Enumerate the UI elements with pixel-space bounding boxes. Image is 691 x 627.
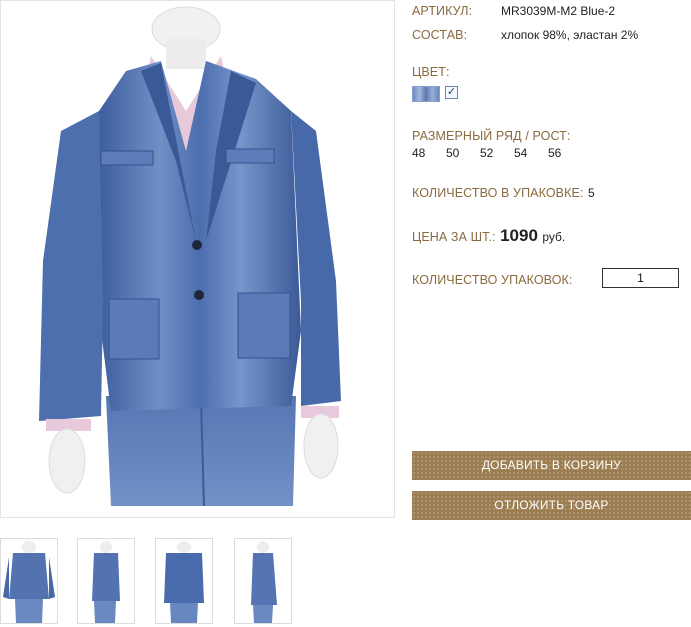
- size-range-label: РАЗМЕРНЫЙ РЯД / РОСТ:: [412, 129, 571, 143]
- add-to-cart-button[interactable]: ДОБАВИТЬ В КОРЗИНУ: [412, 451, 691, 480]
- thumbnail-front-image: [3, 541, 55, 623]
- price-value: 1090: [500, 226, 538, 245]
- thumbnail-profile[interactable]: [234, 538, 292, 624]
- size-option[interactable]: 50: [446, 146, 459, 160]
- price-currency: руб.: [542, 230, 566, 244]
- composition-label: СОСТАВ:: [412, 28, 468, 42]
- size-option[interactable]: 52: [480, 146, 493, 160]
- packs-quantity-input[interactable]: 1: [602, 268, 679, 288]
- denim-blazer-illustration: [39, 6, 341, 507]
- thumbnail-side-image: [92, 541, 120, 623]
- article-label: АРТИКУЛ:: [412, 4, 473, 18]
- thumbnail-front[interactable]: [0, 538, 58, 624]
- thumbnail-back[interactable]: [155, 538, 213, 624]
- pack-quantity-value: 5: [587, 186, 595, 200]
- color-label: ЦВЕТ:: [412, 65, 450, 79]
- postpone-button[interactable]: ОТЛОЖИТЬ ТОВАР: [412, 491, 691, 520]
- thumbnail-side[interactable]: [77, 538, 135, 624]
- size-option[interactable]: 54: [514, 146, 527, 160]
- article-value: MR3039M-M2 Blue-2: [501, 4, 616, 18]
- packs-count-label: КОЛИЧЕСТВО УПАКОВОК:: [412, 273, 573, 287]
- product-main-image[interactable]: [0, 0, 395, 518]
- color-checkbox[interactable]: ✓: [445, 86, 458, 99]
- thumbnail-back-image: [164, 541, 204, 623]
- size-option[interactable]: 56: [548, 146, 561, 160]
- size-option[interactable]: 48: [412, 146, 425, 160]
- thumbnail-profile-image: [251, 541, 277, 623]
- color-swatch[interactable]: [412, 86, 440, 102]
- price-label: ЦЕНА ЗА ШТ.:: [412, 230, 496, 244]
- composition-value: хлопок 98%, эластан 2%: [501, 28, 639, 42]
- pack-quantity-label: КОЛИЧЕСТВО В УПАКОВКЕ:: [412, 186, 584, 200]
